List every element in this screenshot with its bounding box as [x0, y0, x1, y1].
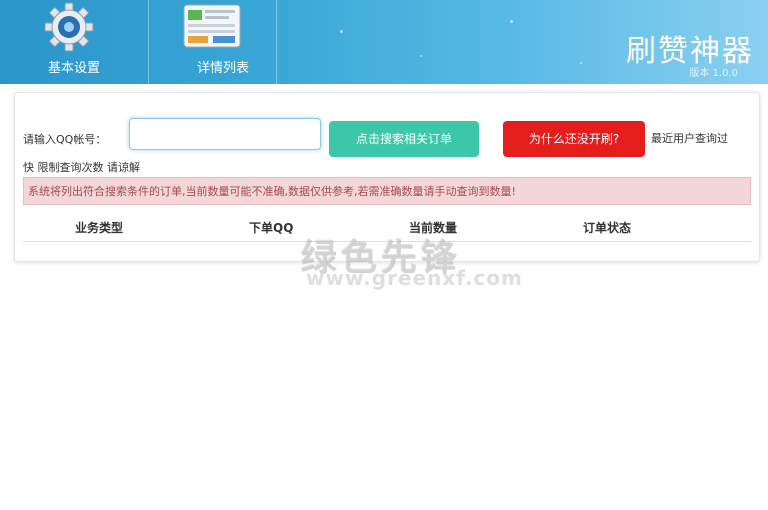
why-not-started-button[interactable]: 为什么还没开刷? [503, 121, 645, 157]
version-label: 版本 1.0.0 [689, 68, 738, 79]
watermark-url: www.greenxf.com [306, 266, 523, 290]
column-header: 下单QQ [249, 221, 294, 235]
column-header: 业务类型 [75, 221, 124, 235]
recent-query-text: 最近用户查询过 [651, 132, 728, 145]
sparkle-decoration [420, 55, 422, 57]
sparkle-decoration [510, 20, 513, 23]
tab-label: 详情列表 [196, 61, 249, 76]
query-limit-text: 快 限制查询次数 请谅解 [23, 161, 140, 174]
tab-details-list[interactable]: 详情列表 [149, 0, 297, 84]
qq-account-input[interactable] [129, 118, 321, 150]
tab-divider [276, 0, 277, 84]
sparkle-decoration [340, 30, 343, 33]
sparkle-decoration [580, 62, 582, 64]
column-header: 订单状态 [583, 221, 632, 235]
app-header: 基本设置 详情列表 刷赞神器 版本 1.0.0 [0, 0, 768, 84]
list-panel-icon [183, 4, 241, 48]
gear-icon [44, 2, 94, 52]
qq-input-label: 请输入QQ帐号： [23, 133, 107, 146]
tab-basic-settings[interactable]: 基本设置 [0, 0, 148, 84]
notice-banner: 系统将列出符合搜索条件的订单,当前数量可能不准确,数据仅供参考,若需准确数量请手… [23, 177, 751, 205]
tab-label: 基本设置 [47, 61, 100, 76]
search-orders-button[interactable]: 点击搜索相关订单 [329, 121, 479, 157]
